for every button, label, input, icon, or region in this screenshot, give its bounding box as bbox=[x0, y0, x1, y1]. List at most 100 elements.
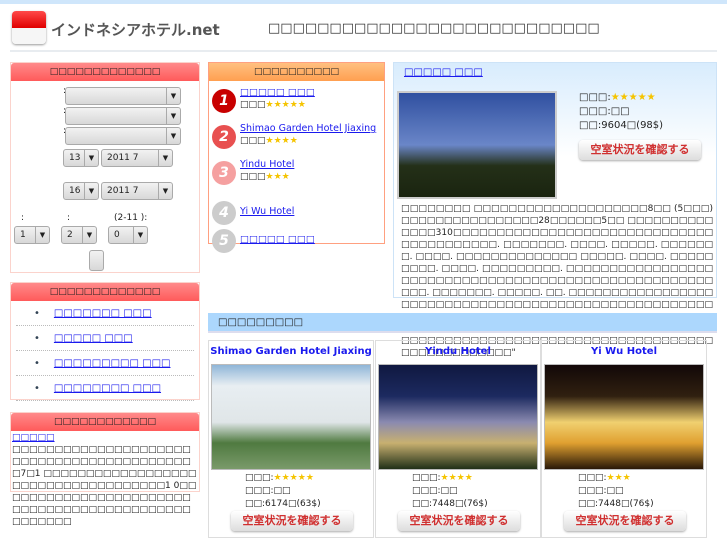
grade-label: □□□ bbox=[240, 172, 266, 182]
area: □□□:□□ bbox=[578, 486, 624, 496]
area: □□□:□□ bbox=[579, 106, 630, 117]
news-body: □□□□□□□□□□□□□□□□□□□□□□□□□□□□□□□□□□□□□□□□… bbox=[12, 445, 197, 527]
star-rating: ★★★★★ bbox=[610, 92, 656, 103]
hotel-card: Yi Wu Hotel □□□:★★★ □□□:□□ □□:7448□(76$) 空室状… bbox=[541, 340, 707, 538]
hotel-card: Shimao Garden Hotel Jiaxing □□□:★★★★★ □□□:… bbox=[208, 340, 374, 538]
ranking-item: 2 Shimao Garden Hotel Jiaxing □□□★★★★ bbox=[209, 123, 384, 153]
area-list-panel: □□□□□□□□□□□□□ • □□□□□□□ □□□ • □□□□□ □□□ • □… bbox=[10, 282, 200, 401]
adults-label: : bbox=[67, 213, 71, 223]
city-select[interactable]: ▼ bbox=[65, 107, 181, 125]
ranking-item: 5 □□□□□ □□□ bbox=[209, 227, 384, 257]
check-availability-button[interactable]: 空室状況を確認する bbox=[579, 140, 701, 160]
area: □□□:□□ bbox=[245, 486, 291, 496]
search-panel: □□□□□□□□□□□□□ : ▼ : ▼ : ▼ 13▼ 2011 7▼ 16… bbox=[10, 62, 200, 273]
ranking-hotel-link[interactable]: □□□□□ □□□ bbox=[240, 87, 315, 98]
area-link[interactable]: □□□□□□□□ □□□ bbox=[54, 383, 161, 394]
ranking-hotel-link[interactable]: Yindu Hotel bbox=[240, 159, 294, 170]
chevron-down-icon: ▼ bbox=[166, 108, 180, 124]
list-item: • □□□□□□□□ □□□ bbox=[16, 376, 194, 401]
ranking-hotel-link[interactable]: □□□□□ □□□ bbox=[240, 234, 315, 245]
price: □□:7448□(76$) bbox=[578, 499, 654, 509]
tagline: □□□□□□□□□□□□□□□□□□□□□□□□□□□ bbox=[268, 21, 600, 36]
rooms-select[interactable]: 1 ▼ bbox=[14, 226, 50, 244]
checkout-day-select[interactable]: 16 ▼ bbox=[63, 182, 99, 200]
rank-badge-icon: 1 bbox=[212, 89, 236, 113]
hotel-photo[interactable] bbox=[211, 364, 371, 470]
grade-label: □□□: bbox=[579, 92, 611, 103]
ranking-hotel-link[interactable]: Shimao Garden Hotel Jiaxing bbox=[240, 123, 376, 134]
checkin-month-select[interactable]: 2011 7 ▼ bbox=[101, 149, 173, 167]
grade-label: □□□ bbox=[240, 136, 266, 146]
featured-hotel-name[interactable]: □□□□□ □□□ bbox=[404, 67, 483, 78]
grade-label: □□□ bbox=[240, 100, 266, 110]
check-availability-button[interactable]: 空室状況を確認する bbox=[398, 511, 520, 531]
news-panel: □□□□□□□□□□□□ □□□□□ □□□□□□□□□□□□□□□□□□□□□… bbox=[10, 412, 200, 527]
top-bar bbox=[0, 0, 727, 4]
news-title: □□□□□□□□□□□□ bbox=[11, 413, 199, 431]
recommended-header: □□□□□□□□□ bbox=[208, 313, 717, 333]
children-select[interactable]: 0 ▼ bbox=[108, 226, 148, 244]
checkout-month-select[interactable]: 2011 7 ▼ bbox=[101, 182, 173, 200]
recommended-title: □□□□□□□□□ bbox=[218, 317, 304, 328]
chevron-down-icon: ▼ bbox=[158, 150, 172, 166]
featured-hotel-photo[interactable] bbox=[397, 91, 557, 199]
rank-badge-icon: 5 bbox=[212, 229, 236, 253]
site-name[interactable]: インドネシアホテル.net bbox=[51, 19, 220, 40]
chevron-down-icon: ▼ bbox=[133, 227, 147, 243]
hotel-name-link[interactable]: Shimao Garden Hotel Jiaxing bbox=[209, 346, 373, 360]
featured-description: □□□□□□□□ □□□□□□□□□□□□□□□□□□□□8□□ (5□□□)□… bbox=[401, 204, 714, 358]
area-list-title: □□□□□□□□□□□□□ bbox=[11, 283, 199, 301]
ranking-panel: □□□□□□□□□□ 1 □□□□□ □□□ □□□★★★★★ 2 Shimao Gar… bbox=[208, 62, 385, 253]
price: □□:6174□(63$) bbox=[245, 499, 321, 509]
chevron-down-icon: ▼ bbox=[82, 227, 96, 243]
chevron-down-icon: ▼ bbox=[84, 150, 98, 166]
rank-badge-icon: 2 bbox=[212, 125, 236, 149]
star-rating: ★★★★★ bbox=[265, 100, 306, 110]
check-availability-button[interactable]: 空室状況を確認する bbox=[564, 511, 686, 531]
area: □□□:□□ bbox=[412, 486, 458, 496]
hotel-card: Yindu Hotel □□□:★★★★ □□□:□□ □□:7448□(76$) 空室… bbox=[375, 340, 541, 538]
rank-badge-icon: 3 bbox=[212, 161, 236, 185]
area-link[interactable]: □□□□□□□□□ □□□ bbox=[54, 358, 171, 369]
hotel-name-link[interactable]: Yindu Hotel bbox=[376, 346, 540, 360]
list-item: • □□□□□□□□□ □□□ bbox=[16, 351, 194, 376]
search-button[interactable] bbox=[89, 250, 104, 271]
area-link[interactable]: □□□□□ □□□ bbox=[54, 333, 133, 344]
chevron-down-icon: ▼ bbox=[166, 128, 180, 144]
star-rating: ★★★ bbox=[606, 473, 631, 483]
area-link[interactable]: □□□□□□□ □□□ bbox=[54, 308, 152, 319]
divider bbox=[10, 50, 717, 52]
ranking-item: 4 Yi Wu Hotel bbox=[209, 199, 384, 229]
country-select[interactable]: ▼ bbox=[65, 87, 181, 105]
grade-label: □□□: bbox=[578, 473, 607, 483]
search-panel-title: □□□□□□□□□□□□□ bbox=[11, 63, 199, 81]
grade-label: □□□: bbox=[245, 473, 274, 483]
hotel-name-link[interactable]: Yi Wu Hotel bbox=[542, 346, 706, 360]
indonesia-flag-logo[interactable] bbox=[12, 11, 46, 44]
rank-badge-icon: 4 bbox=[212, 201, 236, 225]
list-item: • □□□□□□□ □□□ bbox=[16, 301, 194, 326]
checkin-day-select[interactable]: 13 ▼ bbox=[63, 149, 99, 167]
rooms-label: : bbox=[21, 213, 25, 223]
featured-hotel-panel: □□□□□ □□□ □□□:★★★★★ □□□:□□ □□:9604□(98$)… bbox=[393, 62, 717, 358]
hotel-select[interactable]: ▼ bbox=[65, 127, 181, 145]
ranking-item: 3 Yindu Hotel □□□★★★ bbox=[209, 159, 384, 189]
news-link[interactable]: □□□□□ bbox=[12, 432, 198, 444]
chevron-down-icon: ▼ bbox=[158, 183, 172, 199]
ranking-item: 1 □□□□□ □□□ □□□★★★★★ bbox=[209, 87, 384, 117]
star-rating: ★★★★ bbox=[440, 473, 473, 483]
price: □□:7448□(76$) bbox=[412, 499, 488, 509]
hotel-photo[interactable] bbox=[544, 364, 704, 470]
adults-select[interactable]: 2 ▼ bbox=[61, 226, 97, 244]
grade-label: □□□: bbox=[412, 473, 441, 483]
ranking-hotel-link[interactable]: Yi Wu Hotel bbox=[240, 206, 294, 217]
chevron-down-icon: ▼ bbox=[84, 183, 98, 199]
star-rating: ★★★★ bbox=[265, 136, 298, 146]
star-rating: ★★★ bbox=[265, 172, 290, 182]
ranking-title: □□□□□□□□□□ bbox=[209, 63, 384, 81]
list-item: • □□□□□ □□□ bbox=[16, 326, 194, 351]
check-availability-button[interactable]: 空室状況を確認する bbox=[231, 511, 353, 531]
chevron-down-icon: ▼ bbox=[35, 227, 49, 243]
hotel-photo[interactable] bbox=[378, 364, 538, 470]
price: □□:9604□(98$) bbox=[579, 120, 664, 131]
